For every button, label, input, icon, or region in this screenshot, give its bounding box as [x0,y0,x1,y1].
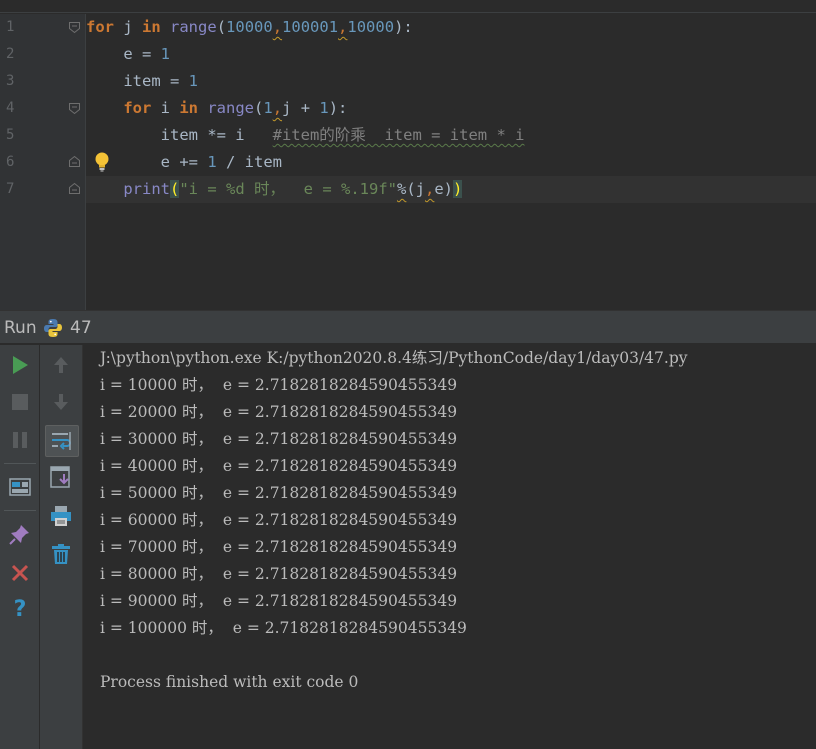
editor-gutter[interactable]: 1 2 3 4 5 6 7 [0,14,85,310]
code-token: "i = %d 时， e = %.19f" [179,180,397,198]
pause-button[interactable] [6,426,34,454]
toolbar-separator [4,463,36,464]
code-token: , [425,180,435,198]
soft-wrap-toggle-icon[interactable] [45,425,79,457]
code-token: item = [86,72,189,90]
code-token: 100001 [282,18,339,36]
down-stack-frame-icon[interactable] [47,388,75,416]
line-number: 1 [6,19,15,35]
code-token: , [272,18,283,36]
code-token: print [123,180,170,198]
code-token: j [114,18,142,36]
line-number: 7 [6,181,15,197]
fold-open-icon[interactable] [68,102,81,115]
close-icon[interactable] [6,559,34,587]
fold-open-icon[interactable] [68,21,81,34]
code-line[interactable]: item = 1 [86,68,816,95]
code-token: ( [254,99,264,117]
run-console-output[interactable]: J:\python\python.exe K:/python2020.8.4练习… [84,345,816,749]
console-output-line: i = 50000 时， e = 2.7182818284590455349 [100,484,458,502]
console-output-line: i = 100000 时， e = 2.7182818284590455349 [100,619,467,637]
code-token: j + [282,99,320,117]
run-toolbar-left: ? [0,345,40,749]
stop-button[interactable] [6,388,34,416]
code-token: / item [216,153,282,171]
code-line[interactable]: for j in range(10000,100001,10000): [86,14,816,41]
code-token: for [86,18,114,36]
console-output-line: i = 20000 时， e = 2.7182818284590455349 [100,403,458,421]
line-number: 5 [6,127,15,143]
code-area[interactable]: for j in range(10000,100001,10000): e = … [86,14,816,310]
run-config-name[interactable]: 47 [70,311,92,345]
console-exit-status: Process finished with exit code 0 [100,673,359,691]
code-line-current[interactable]: print("i = %d 时， e = %.19f"%(j,e)) [86,176,816,203]
code-token: e += [86,153,208,171]
code-token: ): [328,99,348,117]
line-number: 4 [6,100,15,116]
code-line[interactable]: e += 1 / item [86,149,816,176]
console-output-line: i = 30000 时， e = 2.7182818284590455349 [100,430,458,448]
code-token: range [170,18,217,36]
code-token: 10000 [226,18,273,36]
code-token: range [207,99,255,117]
code-token: ( [216,18,227,36]
restore-layout-icon[interactable] [6,473,34,501]
toolbar-separator [4,510,36,511]
run-toolbar-console [40,345,83,749]
code-token: % [396,180,407,198]
code-token: ( [170,180,180,198]
code-token: e = [86,45,161,63]
console-output-line: i = 90000 时， e = 2.7182818284590455349 [100,592,458,610]
code-token: in [179,99,198,117]
code-token: 1 [188,72,198,90]
code-token: , [338,18,348,36]
code-token: ): [394,18,413,36]
run-title: Run [4,318,37,338]
code-line[interactable]: for i in range(1,j + 1): [86,95,816,122]
editor-top-border [0,0,816,13]
up-stack-frame-icon[interactable] [47,351,75,379]
help-icon[interactable]: ? [6,596,34,624]
code-line[interactable]: item *= i #item的阶乘 item = item * i [86,122,816,149]
code-line[interactable]: e = 1 [86,41,816,68]
code-token: ) [453,180,463,198]
code-token: 1 [207,153,217,171]
console-output-line: i = 40000 时， e = 2.7182818284590455349 [100,457,458,475]
code-token: in [142,18,161,36]
code-token: (j [406,180,425,198]
fold-close-icon[interactable] [68,155,81,168]
line-number: 6 [6,154,15,170]
scroll-to-end-icon[interactable] [47,463,75,491]
line-number: 3 [6,73,15,89]
code-token: 1 [263,99,273,117]
console-output-line: i = 80000 时， e = 2.7182818284590455349 [100,565,458,583]
code-token: , [272,99,283,117]
code-token: item *= i [86,126,273,144]
pin-tab-icon[interactable] [6,520,34,548]
code-token: 10000 [347,18,395,36]
console-output-line: i = 10000 时， e = 2.7182818284590455349 [100,376,458,394]
code-token: i [151,99,180,117]
code-token: 1 [319,99,329,117]
code-token: 1 [160,45,170,63]
python-icon [43,318,63,338]
print-icon[interactable] [47,502,75,530]
run-tool-window-header: Run 47 [0,310,816,344]
rerun-button[interactable] [6,351,34,379]
console-output-line: i = 60000 时， e = 2.7182818284590455349 [100,511,458,529]
fold-close-icon[interactable] [68,182,81,195]
code-token: #item的阶乘 item = item * i [272,126,525,144]
code-token: for [123,99,152,117]
clear-all-trash-icon[interactable] [47,540,75,568]
console-command-line: J:\python\python.exe K:/python2020.8.4练习… [100,349,688,367]
code-token: e) [434,180,454,198]
console-output-line: i = 70000 时， e = 2.7182818284590455349 [100,538,458,556]
code-editor[interactable]: 1 2 3 4 5 6 7 for j in range(10000,10000… [0,0,816,310]
line-number: 2 [6,46,15,62]
